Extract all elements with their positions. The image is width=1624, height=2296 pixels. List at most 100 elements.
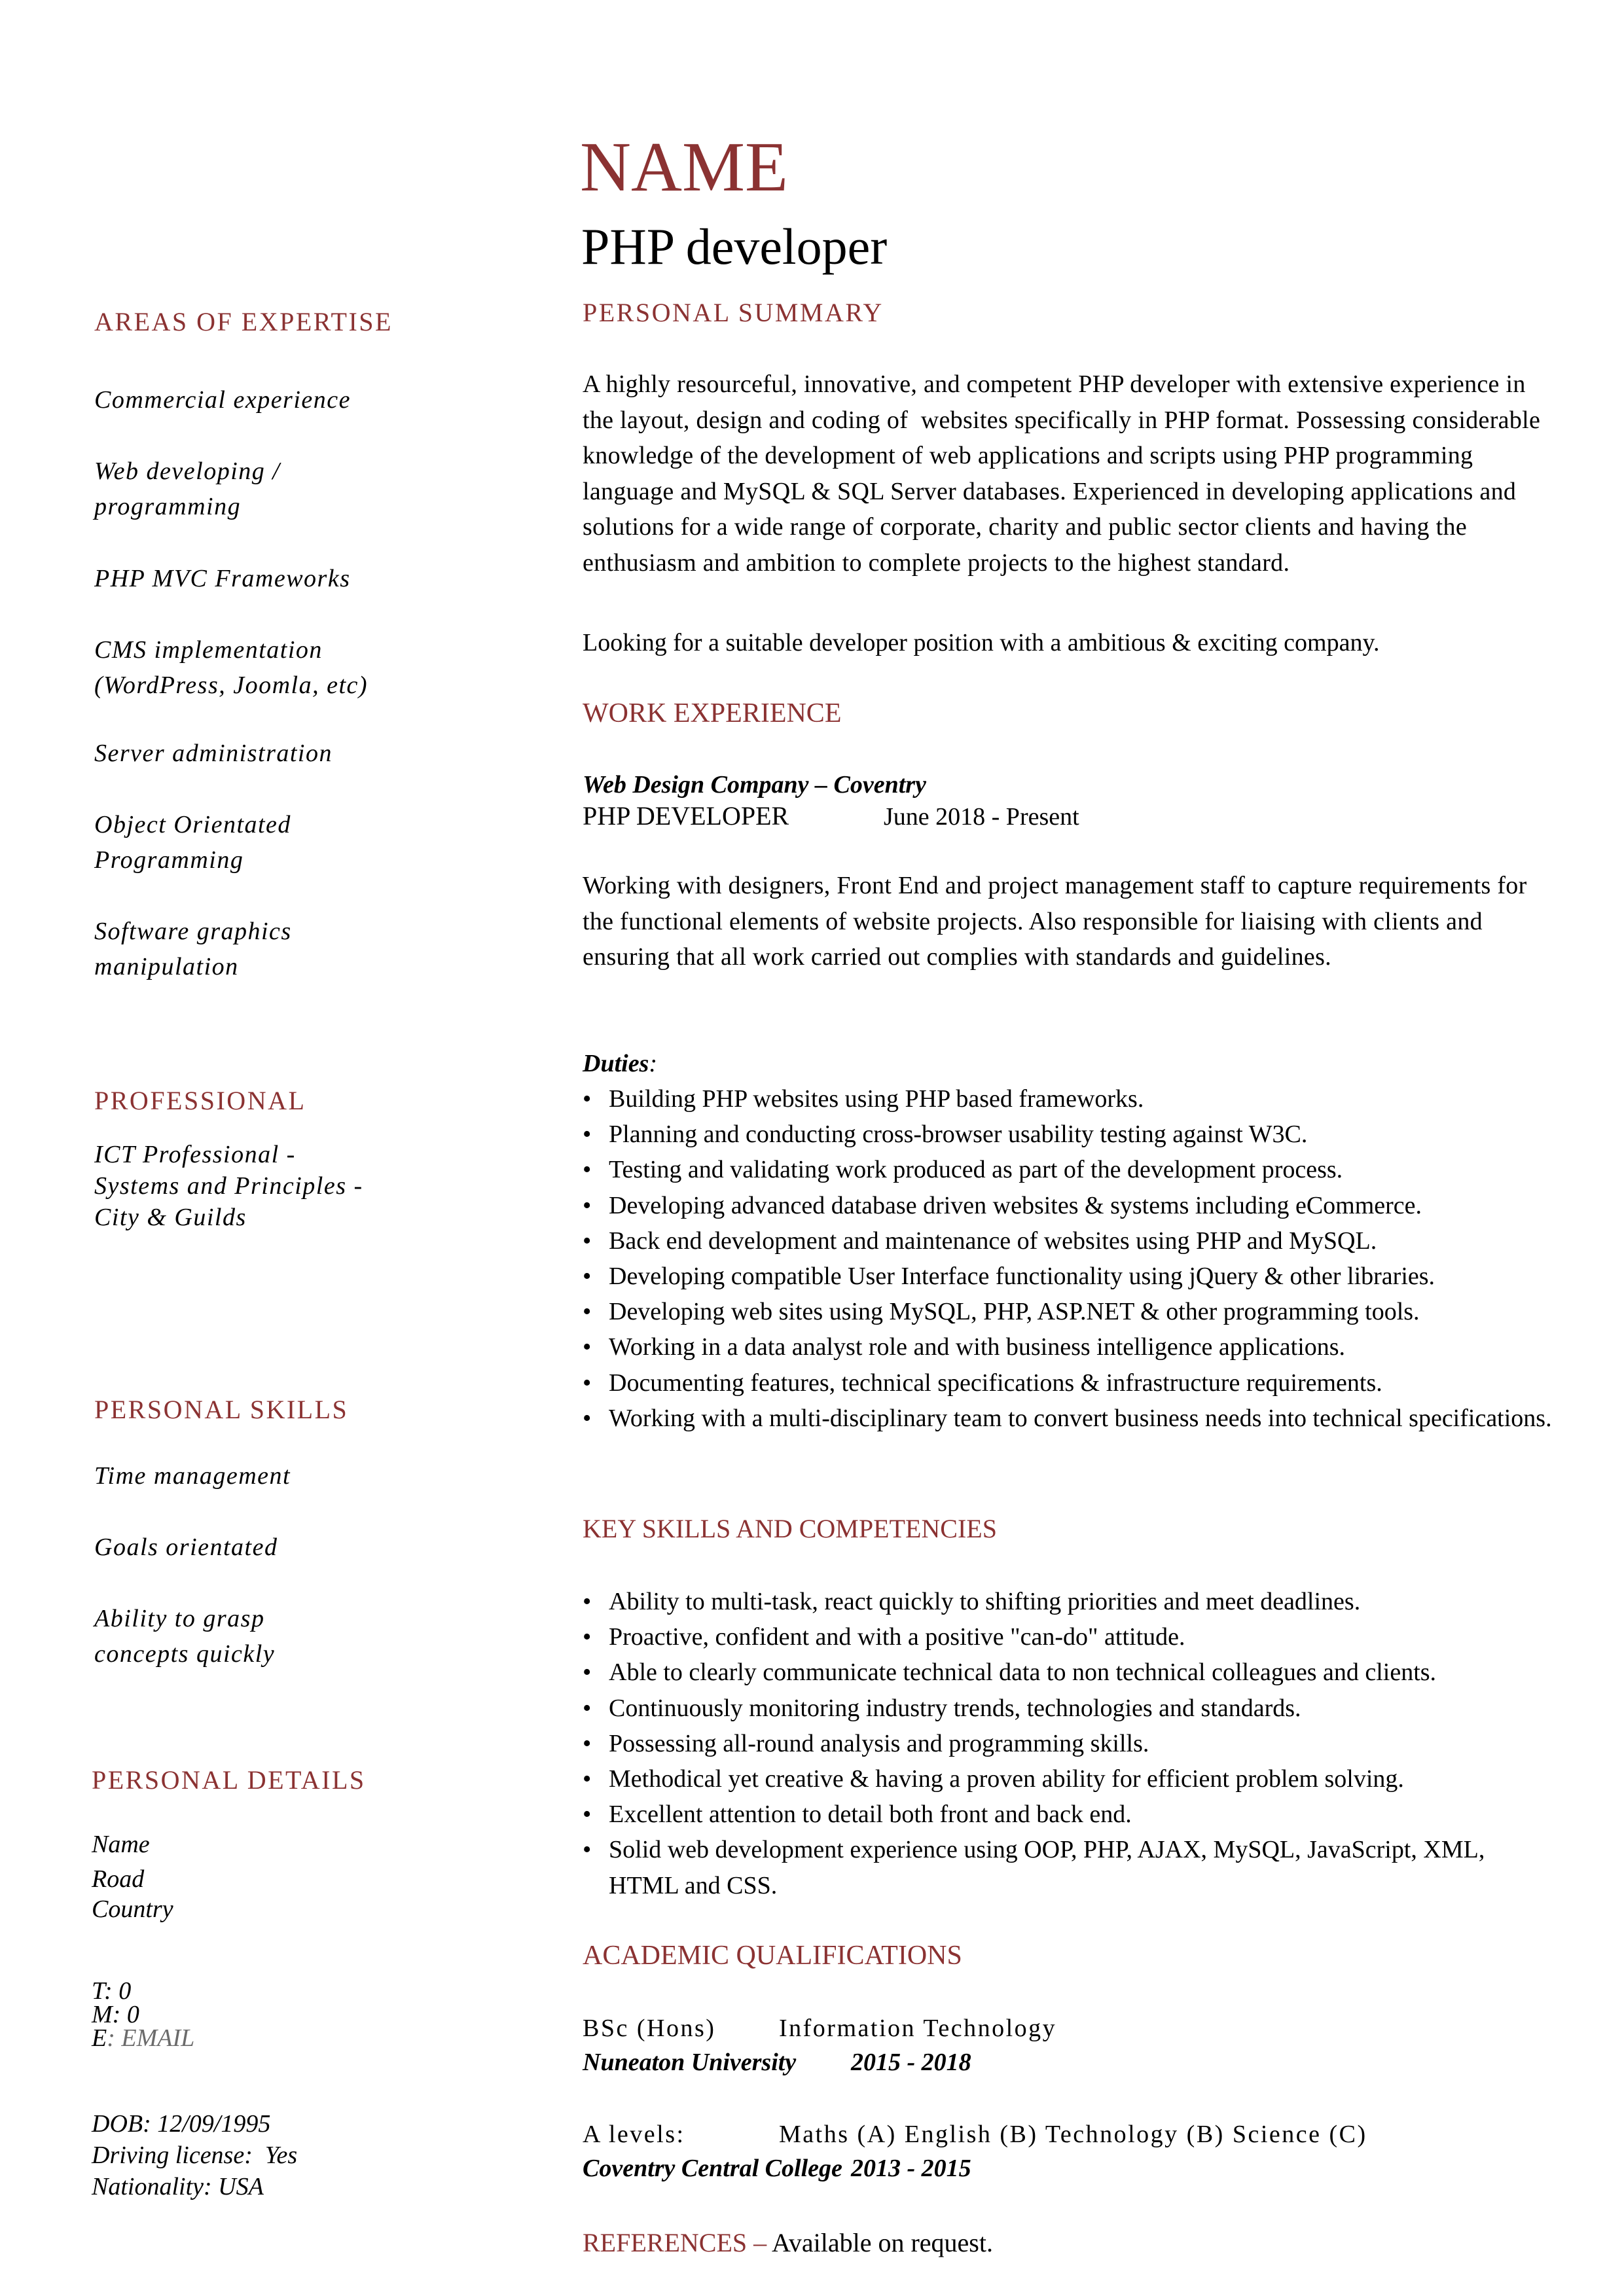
duties-colon: :	[649, 1050, 658, 1077]
bullet-icon: •	[583, 1156, 592, 1184]
areas-of-expertise-heading: AREAS OF EXPERTISE	[94, 307, 393, 336]
date-of-birth: DOB: 12/09/1995	[92, 2110, 271, 2138]
key-skill-item: • Possessing all-round analysis and progr…	[583, 1726, 1558, 1761]
duty-item: • Working with a multi-disciplinary team …	[583, 1401, 1558, 1436]
duty-item-text: Developing advanced database driven webs…	[609, 1191, 1422, 1219]
duty-item-text: Developing compatible User Interface fun…	[609, 1263, 1435, 1291]
phone-line: T: 0	[92, 1979, 131, 2003]
email-value[interactable]: EMAIL	[121, 2024, 194, 2052]
qualification-subject: Maths (A) English (B) Technology (B) Sci…	[779, 2121, 1367, 2148]
nationality: Nationality: USA	[92, 2173, 264, 2200]
personal-skill-item: Ability to grasp concepts quickly	[94, 1605, 276, 1668]
bullet-icon: •	[583, 1227, 592, 1255]
bullet-icon: •	[583, 1801, 592, 1829]
bullet-icon: •	[583, 1333, 592, 1361]
duty-item-text: Developing web sites using MySQL, PHP, A…	[609, 1298, 1420, 1326]
duty-item-text: Working with a multi-disciplinary team t…	[609, 1404, 1552, 1432]
institution-name: Nuneaton University	[583, 2049, 797, 2076]
job-company: Web Design Company – Coventry	[583, 771, 926, 798]
email-separator: :	[107, 2024, 122, 2052]
duty-item: • Developing compatible User Interface fu…	[583, 1259, 1558, 1294]
key-skill-item-text: Able to clearly communicate technical da…	[609, 1659, 1437, 1687]
address-name: Name	[92, 1831, 150, 1858]
work-experience-heading: WORK EXPERIENCE	[583, 698, 842, 728]
expertise-item: Web developing / programming	[94, 457, 281, 520]
qualification-name: BSc (Hons)	[583, 2015, 716, 2042]
duty-item-text: Planning and conducting cross-browser us…	[609, 1121, 1308, 1149]
key-skill-item: • Proactive, confident and with a positiv…	[583, 1619, 1558, 1655]
job-description: Working with designers, Front End and pr…	[583, 872, 1527, 971]
key-skill-item-text: Proactive, confident and with a positive…	[609, 1623, 1185, 1651]
references-line: REFERENCES – Available on request.	[583, 2227, 1564, 2259]
bullet-icon: •	[583, 1765, 592, 1793]
bullet-icon: •	[583, 1729, 592, 1757]
institution-years: 2013 - 2015	[851, 2155, 971, 2182]
professional-qualification: ICT Professional - Systems and Principle…	[94, 1141, 363, 1231]
references-separator: –	[747, 2228, 772, 2257]
personal-summary-paragraph: A highly resourceful, innovative, and co…	[583, 370, 1547, 577]
academic-entry-degree: BSc (Hons) Information Technology	[583, 2012, 1564, 2045]
expertise-item: Server administration	[94, 740, 333, 767]
driving-license: Driving license: Yes	[92, 2142, 298, 2169]
key-skill-item-text: Excellent attention to detail both front…	[609, 1801, 1132, 1829]
key-skill-item: • Able to clearly communicate technical d…	[583, 1655, 1558, 1690]
duty-item: • Developing web sites using MySQL, PHP, …	[583, 1294, 1558, 1329]
duties-label-line: Duties:	[583, 1046, 1564, 1082]
qualification-name: A levels:	[583, 2121, 685, 2148]
bullet-icon: •	[583, 1298, 592, 1326]
expertise-item: Commercial experience	[94, 386, 351, 414]
duty-item: • Working in a data analyst role and with…	[583, 1329, 1558, 1365]
academic-entry-degree-institution: Nuneaton University 2015 - 2018	[583, 2046, 1564, 2079]
expertise-item: PHP MVC Frameworks	[94, 565, 351, 592]
candidate-name: NAME	[580, 128, 788, 206]
expertise-item: CMS implementation (WordPress, Joomla, e…	[94, 636, 369, 699]
duty-item: • Building PHP websites using PHP based f…	[583, 1081, 1558, 1117]
expertise-item: Software graphics manipulation	[94, 918, 292, 980]
duties-label: Duties	[583, 1050, 649, 1077]
personal-skills-heading: PERSONAL SKILLS	[94, 1395, 349, 1424]
bullet-icon: •	[583, 1836, 592, 1864]
personal-skill-item: Goals orientated	[94, 1534, 278, 1561]
bullet-icon: •	[583, 1191, 592, 1219]
references-heading: REFERENCES	[583, 2228, 748, 2257]
institution-name: Coventry Central College	[583, 2155, 842, 2182]
duty-item-text: Documenting features, technical specific…	[609, 1369, 1382, 1397]
duty-item-text: Back end development and maintenance of …	[609, 1227, 1377, 1255]
duty-item-text: Testing and validating work produced as …	[609, 1156, 1343, 1184]
bullet-icon: •	[583, 1694, 592, 1722]
personal-summary-heading: PERSONAL SUMMARY	[583, 298, 884, 327]
expertise-item: Object Orientated Programming	[94, 811, 291, 874]
duty-item-text: Building PHP websites using PHP based fr…	[609, 1085, 1144, 1113]
key-skill-item: • Excellent attention to detail both fron…	[583, 1797, 1558, 1832]
job-title: PHP developer	[581, 218, 888, 275]
personal-details-heading: PERSONAL DETAILS	[92, 1765, 366, 1795]
key-skill-item-text: Methodical yet creative & having a prove…	[609, 1765, 1404, 1793]
academic-heading: ACADEMIC QUALIFICATIONS	[583, 1941, 962, 1971]
institution-years: 2015 - 2018	[851, 2049, 971, 2076]
key-skill-item-text: Possessing all-round analysis and progra…	[609, 1729, 1149, 1757]
personal-summary-goal: Looking for a suitable developer positio…	[583, 629, 1380, 656]
bullet-icon: •	[583, 1659, 592, 1687]
key-skill-item: • Methodical yet creative & having a prov…	[583, 1761, 1558, 1797]
email-line: E: EMAIL	[92, 2024, 194, 2052]
job-role: PHP DEVELOPER	[583, 801, 789, 831]
bullet-icon: •	[583, 1263, 592, 1291]
bullet-icon: •	[583, 1369, 592, 1397]
bullet-icon: •	[583, 1121, 592, 1149]
key-skill-item-text: Solid web development experience using O…	[609, 1836, 1485, 1899]
mobile-line: M: 0	[92, 2002, 139, 2027]
key-skill-item-text: Ability to multi-task, react quickly to …	[609, 1588, 1361, 1615]
job-dates: June 2018 - Present	[884, 803, 1079, 831]
bullet-icon: •	[583, 1588, 592, 1615]
key-skills-heading: KEY SKILLS AND COMPETENCIES	[583, 1514, 997, 1543]
key-skill-item: • Solid web development experience using …	[583, 1832, 1558, 1903]
academic-entry-alevels-institution: Coventry Central College 2013 - 2015	[583, 2152, 1564, 2185]
key-skills-list: • Ability to multi-task, react quickly to…	[583, 1584, 1558, 1903]
key-skill-item: • Continuously monitoring industry trends…	[583, 1691, 1558, 1726]
duty-item-text: Working in a data analyst role and with …	[609, 1333, 1346, 1361]
duties-list: • Building PHP websites using PHP based f…	[583, 1081, 1558, 1436]
personal-skill-item: Time management	[94, 1462, 291, 1490]
email-label: E	[92, 2024, 107, 2052]
bullet-icon: •	[583, 1085, 592, 1113]
duty-item: • Documenting features, technical specifi…	[583, 1365, 1558, 1401]
